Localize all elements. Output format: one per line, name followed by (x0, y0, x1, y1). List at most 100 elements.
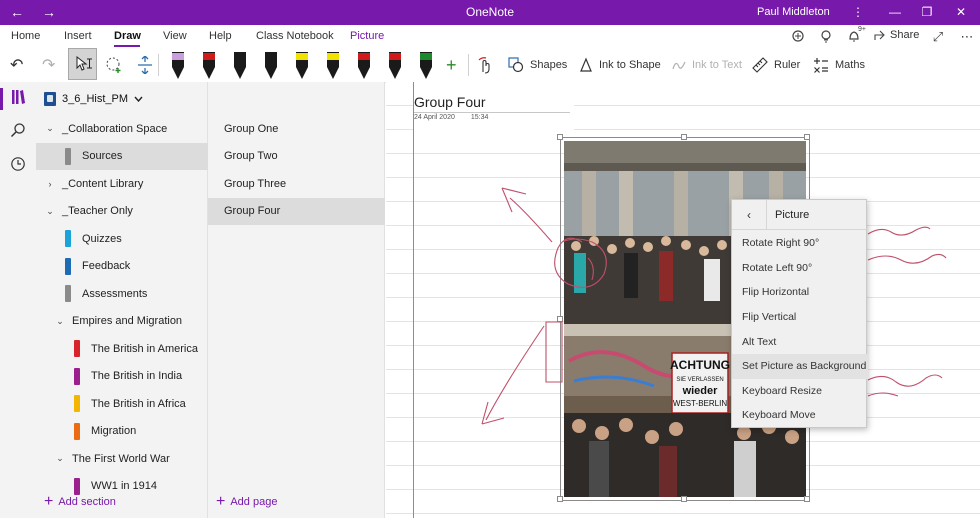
sections-pane: 3_6_Hist_PM ⌄ _Collaboration Space Sources… (36, 82, 208, 518)
pen-6-icon[interactable] (324, 49, 342, 79)
page-list-item[interactable]: Group One (208, 115, 385, 142)
back-chevron-icon[interactable]: ‹ (732, 208, 766, 222)
more-menu-icon[interactable]: ⋯ (958, 29, 976, 45)
section-group[interactable]: ⌄ _Teacher Only (36, 198, 208, 225)
pen-4-icon[interactable] (262, 49, 280, 79)
context-menu-item[interactable]: Rotate Left 90° (732, 256, 868, 281)
ink-annotations[interactable] (386, 82, 980, 518)
section-color-tab (65, 257, 71, 275)
fullscreen-icon[interactable]: ⤢ (929, 29, 947, 45)
section-item[interactable]: The British in India (36, 363, 208, 390)
touch-drawing-icon[interactable] (477, 52, 493, 78)
chevron-right-icon[interactable]: › (44, 179, 56, 189)
notebook-picker[interactable]: 3_6_Hist_PM (44, 92, 143, 106)
context-menu-item[interactable]: Set Picture as Background (732, 354, 868, 379)
context-menu-item[interactable]: Keyboard Resize (732, 379, 868, 404)
pen-9-icon[interactable] (417, 49, 435, 79)
ink-stroke (867, 392, 899, 397)
chevron-down-icon[interactable]: ⌄ (44, 123, 56, 134)
section-item[interactable]: Migration (36, 418, 208, 445)
context-menu-item[interactable]: Keyboard Move (732, 403, 868, 428)
tab-draw[interactable]: Draw (114, 30, 141, 42)
page-canvas[interactable]: Group Four 24 April 2020 15:34 ACHTUNG S… (386, 82, 980, 518)
page-list-item[interactable]: Group Four (208, 197, 385, 225)
more-options-icon[interactable]: ⋮ (843, 3, 873, 21)
add-section-button[interactable]: + Add section (44, 493, 116, 510)
tab-help[interactable]: Help (209, 30, 232, 42)
add-pen-button[interactable]: + (446, 52, 457, 78)
chevron-down-icon[interactable]: ⌄ (54, 316, 66, 327)
user-name[interactable]: Paul Middleton (757, 6, 830, 18)
restore-button[interactable]: ❐ (912, 3, 942, 21)
share-button[interactable]: Share (874, 29, 919, 41)
chevron-down-icon[interactable]: ⌄ (54, 453, 66, 464)
section-group[interactable]: ⌄ The First World War (36, 445, 208, 472)
context-menu-item[interactable]: Flip Horizontal (732, 280, 868, 305)
ink-stroke (587, 257, 594, 281)
section-color-tab (74, 367, 80, 385)
section-item[interactable]: The British in Africa (36, 390, 208, 417)
tab-picture[interactable]: Picture (350, 30, 384, 42)
maths-button[interactable]: Maths (813, 52, 865, 78)
ink-stroke (509, 197, 553, 243)
section-label: Feedback (82, 260, 131, 272)
section-item[interactable]: Sources (36, 142, 208, 170)
sync-icon[interactable] (789, 29, 807, 46)
pen-1-icon[interactable] (169, 49, 187, 79)
section-item[interactable]: The British in America (36, 335, 208, 362)
notebook-icon (44, 92, 56, 106)
tab-home[interactable]: Home (11, 30, 40, 42)
type-select-tool-button[interactable] (68, 48, 97, 80)
section-item[interactable]: Assessments (36, 280, 208, 307)
pen-8-icon[interactable] (386, 49, 404, 79)
section-item[interactable]: Feedback (36, 253, 208, 280)
close-button[interactable]: ✕ (946, 3, 976, 21)
section-group[interactable]: ⌄ _Collaboration Space (36, 115, 208, 142)
redo-icon[interactable]: ↷ (42, 52, 55, 78)
section-color-tab (74, 477, 80, 495)
tab-insert[interactable]: Insert (64, 30, 92, 42)
context-menu-header: ‹ Picture (732, 199, 868, 230)
add-remove-space-icon[interactable] (137, 52, 153, 78)
shapes-button[interactable]: Shapes (508, 52, 567, 78)
page-list-item[interactable]: Group Two (208, 143, 385, 170)
context-menu-item[interactable]: Rotate Right 90° (732, 231, 868, 256)
lasso-select-icon[interactable] (105, 52, 123, 78)
shapes-label: Shapes (530, 59, 568, 71)
section-item[interactable]: Quizzes (36, 225, 208, 252)
ruler-label: Ruler (774, 59, 801, 71)
context-menu-item[interactable]: Flip Vertical (732, 305, 868, 330)
tab-view[interactable]: View (163, 30, 187, 42)
context-menu-item[interactable]: Alt Text (732, 329, 868, 354)
section-label: Assessments (82, 287, 148, 300)
chevron-down-icon[interactable]: ⌄ (44, 206, 56, 217)
add-page-button[interactable]: + Add page (216, 494, 277, 510)
ink-stroke (545, 321, 563, 383)
undo-icon[interactable]: ↶ (10, 52, 23, 78)
section-group[interactable]: ⌄ Empires and Migration (36, 308, 208, 335)
lightbulb-icon[interactable] (817, 29, 835, 46)
select-cursor-icon (76, 56, 92, 71)
navigation-rail (0, 82, 36, 518)
section-label: Quizzes (82, 232, 122, 245)
recent-notes-icon[interactable] (0, 156, 36, 175)
page-list-item[interactable]: Group Three (208, 170, 385, 197)
ink-to-text-button[interactable]: Ink to Text (672, 52, 742, 78)
minimize-button[interactable]: — (880, 3, 910, 21)
pen-5-icon[interactable] (293, 49, 311, 79)
menu-bar: Home Insert Draw View Help Class Noteboo… (0, 25, 980, 48)
search-icon[interactable] (0, 122, 36, 141)
section-label: The British in India (91, 370, 183, 382)
pen-2-icon[interactable] (200, 49, 218, 79)
draw-ribbon: ↶ ↷ + Shapes Ink to Shape Ink to Text Ru… (0, 48, 980, 82)
ink-to-shape-label: Ink to Shape (599, 59, 661, 71)
ink-to-shape-button[interactable]: Ink to Shape (579, 52, 661, 78)
notebook-name: 3_6_Hist_PM (62, 93, 129, 105)
tab-class-notebook[interactable]: Class Notebook (256, 30, 334, 42)
pen-3-icon[interactable] (231, 49, 249, 79)
section-group[interactable]: › _Content Library (36, 170, 208, 197)
ruler-button[interactable]: Ruler (752, 52, 800, 78)
notebooks-icon[interactable] (0, 88, 36, 109)
plus-icon: + (44, 493, 54, 510)
pen-7-icon[interactable] (355, 49, 373, 79)
